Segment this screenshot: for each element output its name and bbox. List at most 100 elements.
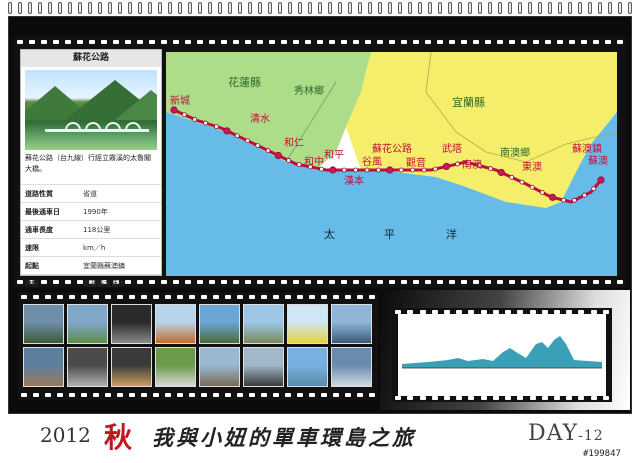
binding-ring [98, 2, 102, 14]
film-hole [153, 393, 159, 397]
film-hole [377, 280, 383, 284]
film-hole [201, 393, 207, 397]
film-hole [333, 393, 339, 397]
binding-ring [478, 2, 482, 14]
label-heping: 和平 [324, 150, 344, 161]
label-dongao: 東澳 [522, 162, 542, 173]
film-hole [257, 280, 263, 284]
film-hole [419, 396, 426, 400]
film-hole [161, 280, 167, 284]
binding-ring [588, 2, 592, 14]
film-hole [213, 295, 219, 299]
route-stop [364, 167, 370, 173]
binding-ring [338, 2, 342, 14]
film-hole [65, 40, 71, 44]
info-row: 速限 km／h [21, 238, 161, 257]
info-value: 宜蘭縣蘇澳鎮 [79, 256, 161, 275]
binding-ring [528, 2, 532, 14]
binding-ring [28, 2, 32, 14]
binding-ring [628, 2, 632, 14]
trip-photo-thumbnail [243, 304, 284, 344]
route-stop [432, 166, 438, 172]
binding-ring [148, 2, 152, 14]
film-hole [141, 393, 147, 397]
film-hole [273, 393, 279, 397]
film-hole [473, 40, 479, 44]
film-hole [557, 280, 563, 284]
label-xincheng: 新城 [170, 96, 190, 107]
film-hole [261, 393, 267, 397]
elevation-profile [398, 314, 606, 396]
film-hole [273, 295, 279, 299]
info-key: 通車長度 [21, 220, 79, 239]
film-hole [605, 40, 611, 44]
film-hole [533, 40, 539, 44]
trip-title: 我與小妞的單車環島之旅 [152, 425, 416, 450]
binding-ring [78, 2, 82, 14]
film-hole [57, 295, 63, 299]
binding-ring [248, 2, 252, 14]
film-hole [449, 280, 455, 284]
film-hole [221, 40, 227, 44]
film-hole [485, 40, 491, 44]
film-hole [602, 396, 609, 400]
film-hole [431, 396, 438, 400]
trip-photo-thumbnail [331, 347, 372, 387]
route-stop [398, 167, 404, 173]
calendar-binding [0, 0, 640, 16]
route-stop [192, 117, 198, 122]
label-sea-1: 太 [324, 228, 335, 241]
film-hole [225, 295, 231, 299]
film-hole [269, 40, 275, 44]
film-hole [129, 295, 135, 299]
route-stop [170, 106, 178, 114]
binding-ring [358, 2, 362, 14]
binding-ring [68, 2, 72, 14]
film-hole [593, 280, 599, 284]
film-hole [468, 396, 475, 400]
route-stop [529, 184, 535, 190]
route-stop [245, 138, 250, 144]
film-hole [213, 393, 219, 397]
route-stop [548, 193, 557, 201]
film-hole [177, 295, 183, 299]
binding-ring [378, 2, 382, 14]
label-nanao: 南澳 [462, 160, 482, 171]
film-hole [137, 40, 143, 44]
taroko-bridge-photo [25, 70, 157, 150]
film-hole [189, 295, 195, 299]
label-nanao-town: 南澳鄉 [500, 148, 530, 159]
trip-photo-thumbnail [23, 304, 64, 344]
film-hole [105, 393, 111, 397]
info-value: 省道 [79, 184, 161, 203]
binding-ring [298, 2, 302, 14]
film-hole [189, 393, 195, 397]
film-hole [545, 280, 551, 284]
film-hole [345, 393, 351, 397]
route-stop [255, 143, 261, 149]
film-hole [329, 280, 335, 284]
film-hole [165, 295, 171, 299]
film-hole [569, 40, 575, 44]
film-hole [377, 40, 383, 44]
binding-ring [48, 2, 52, 14]
film-hole [209, 280, 215, 284]
info-key: 起點 [21, 256, 79, 275]
film-hole [185, 280, 191, 284]
binding-ring [618, 2, 622, 14]
film-hole [249, 295, 255, 299]
film-hole [401, 280, 407, 284]
film-hole [521, 280, 527, 284]
autumn-logo: 秋 [104, 421, 133, 454]
info-row: 道路性質 省道 [21, 184, 161, 203]
route-stop [519, 179, 525, 185]
binding-ring [228, 2, 232, 14]
film-hole [566, 396, 573, 400]
film-hole [305, 280, 311, 284]
label-guanyin: 觀音 [406, 158, 426, 169]
binding-ring [38, 2, 42, 14]
film-hole [357, 295, 363, 299]
film-hole [617, 280, 623, 284]
trip-photo-thumbnail [67, 304, 108, 344]
film-hole [365, 280, 371, 284]
